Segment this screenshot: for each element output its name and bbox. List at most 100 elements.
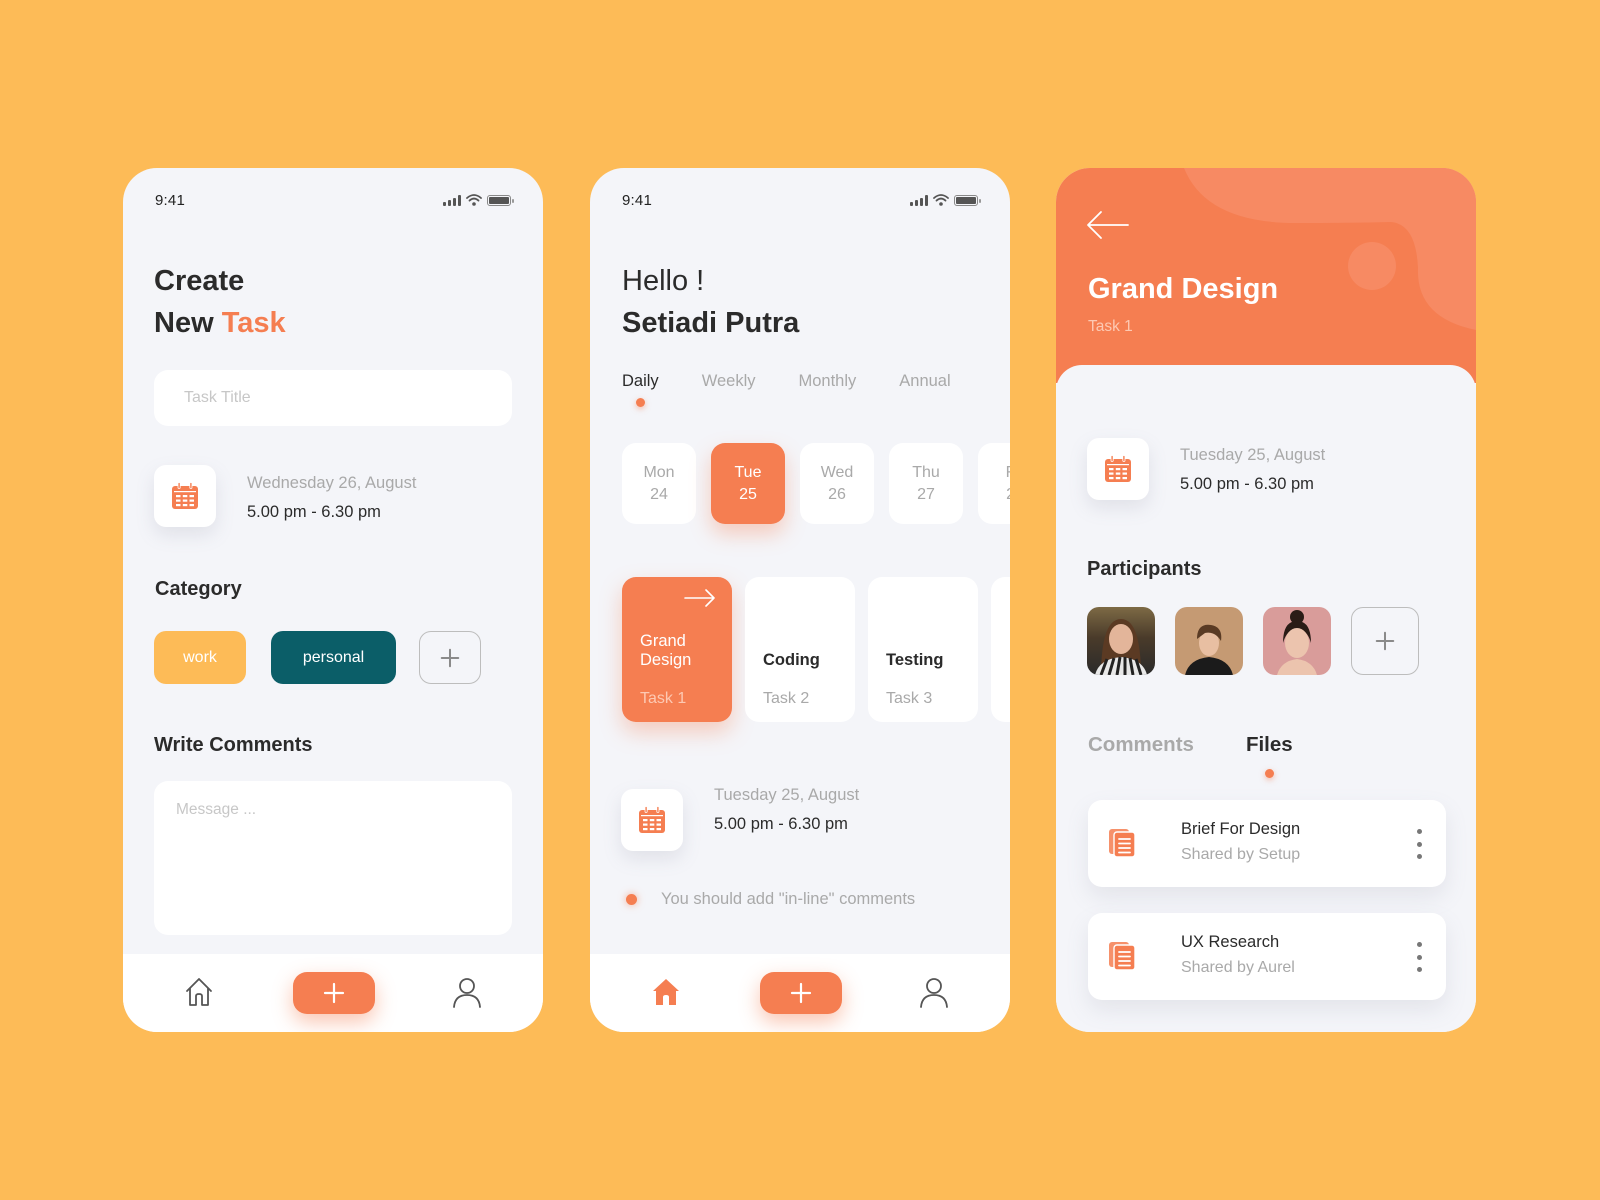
more-options-icon[interactable] xyxy=(1414,942,1424,972)
task-header: Grand Design Task 1 xyxy=(1056,168,1476,383)
calendar-icon xyxy=(637,805,667,835)
day-thu[interactable]: Thu 27 xyxy=(889,443,963,524)
user-icon xyxy=(918,976,950,1008)
battery-icon xyxy=(954,194,981,206)
period-tabs: Daily Weekly Monthly Annual xyxy=(622,372,994,407)
task-card-next[interactable] xyxy=(991,577,1010,722)
tab-daily[interactable]: Daily xyxy=(622,372,659,407)
tab-weekly[interactable]: Weekly xyxy=(702,372,756,391)
day-wed[interactable]: Wed 26 xyxy=(800,443,874,524)
category-chip-personal[interactable]: personal xyxy=(271,631,396,684)
arrow-left-icon xyxy=(1087,211,1129,239)
task-sub: Task 1 xyxy=(640,690,687,707)
status-time: 9:41 xyxy=(155,191,185,209)
task-title: Grand Design xyxy=(1088,273,1279,305)
hint-text: You should add "in-line" comments xyxy=(661,890,916,908)
participant-avatar-1[interactable] xyxy=(1087,607,1155,675)
task-subtitle: Task 1 xyxy=(1088,318,1133,335)
document-icon xyxy=(1108,940,1138,972)
bottom-nav xyxy=(123,954,543,1032)
date-picker-button[interactable] xyxy=(154,465,216,527)
nav-add-button[interactable] xyxy=(760,972,842,1014)
participant-avatar-2[interactable] xyxy=(1175,607,1243,675)
home-icon xyxy=(650,976,682,1008)
page-title: Create New Task xyxy=(154,265,286,339)
tab-annual[interactable]: Annual xyxy=(899,372,950,391)
tab-monthly[interactable]: Monthly xyxy=(798,372,856,391)
participant-avatar-3[interactable] xyxy=(1263,607,1331,675)
file-shared-by: Shared by Aurel xyxy=(1181,959,1295,976)
add-category-button[interactable] xyxy=(419,631,481,684)
date-time: 5.00 pm - 6.30 pm xyxy=(714,815,848,833)
comments-heading: Write Comments xyxy=(154,734,313,756)
calendar-icon xyxy=(170,481,200,511)
tab-comments[interactable]: Comments xyxy=(1088,733,1194,757)
task-sub: Task 3 xyxy=(886,690,933,707)
file-name: Brief For Design xyxy=(1181,820,1301,838)
calendar-icon xyxy=(1103,454,1133,484)
greeting-block: Hello ! Setiadi Putra xyxy=(622,260,799,344)
nav-profile-button[interactable] xyxy=(918,976,950,1013)
file-item[interactable]: Brief For Design Shared by Setup xyxy=(1088,800,1446,887)
nav-home-button[interactable] xyxy=(650,976,682,1013)
task-sub: Task 2 xyxy=(763,690,810,707)
file-item[interactable]: UX Research Shared by Aurel xyxy=(1088,913,1446,1000)
signal-icon xyxy=(910,194,928,206)
active-indicator xyxy=(1264,769,1274,778)
create-task-screen: 9:41 Create New Task Wednesday 26, Augus… xyxy=(123,168,543,1032)
task-card-coding[interactable]: Coding Task 2 xyxy=(745,577,855,722)
signal-icon xyxy=(443,194,461,206)
date-time: 5.00 pm - 6.30 pm xyxy=(1180,475,1314,493)
category-chip-work[interactable]: work xyxy=(154,631,246,684)
home-screen: 9:41 Hello ! Setiadi Putra Daily Weekly … xyxy=(590,168,1010,1032)
user-name: Setiadi Putra xyxy=(622,307,800,339)
wifi-icon xyxy=(933,194,949,206)
nav-add-button[interactable] xyxy=(293,972,375,1014)
status-bar: 9:41 xyxy=(622,190,981,210)
wifi-icon xyxy=(466,194,482,206)
date-picker-button[interactable] xyxy=(1087,438,1149,500)
date-info: Tuesday 25, August 5.00 pm - 6.30 pm xyxy=(714,786,859,834)
nav-profile-button[interactable] xyxy=(451,976,483,1013)
task-name: Testing xyxy=(886,651,944,669)
task-name: Grand Design xyxy=(640,632,692,669)
date-day: Tuesday 25, August xyxy=(1180,446,1326,464)
greeting: Hello ! xyxy=(622,265,705,297)
tab-files[interactable]: Files xyxy=(1246,733,1293,778)
day-mon[interactable]: Mon 24 xyxy=(622,443,696,524)
add-participant-button[interactable] xyxy=(1351,607,1419,675)
user-icon xyxy=(451,976,483,1008)
bottom-nav xyxy=(590,954,1010,1032)
task-cards: Grand Design Task 1 Coding Task 2 Testin… xyxy=(622,577,1010,722)
task-card-grand-design[interactable]: Grand Design Task 1 xyxy=(622,577,732,722)
nav-home-button[interactable] xyxy=(183,976,215,1013)
date-picker-button[interactable] xyxy=(621,789,683,851)
file-name: UX Research xyxy=(1181,933,1280,951)
battery-icon xyxy=(487,194,514,206)
day-selector: Mon24 Tue25 Wed26 Thu27 Fri28 xyxy=(622,443,1010,524)
date-day: Tuesday 25, August xyxy=(714,786,860,804)
task-title-input[interactable] xyxy=(154,370,512,426)
plus-icon xyxy=(789,981,813,1005)
date-day: Wednesday 26, August xyxy=(247,474,417,492)
more-options-icon[interactable] xyxy=(1414,829,1424,859)
plus-icon xyxy=(322,981,346,1005)
message-textarea[interactable] xyxy=(154,781,512,935)
plus-icon xyxy=(1374,630,1396,652)
status-bar: 9:41 xyxy=(155,190,514,210)
arrow-right-icon xyxy=(684,589,715,607)
task-card-testing[interactable]: Testing Task 3 xyxy=(868,577,978,722)
date-info: Tuesday 25, August 5.00 pm - 6.30 pm xyxy=(1180,446,1325,494)
document-icon xyxy=(1108,827,1138,859)
active-indicator xyxy=(635,398,645,407)
task-name: Coding xyxy=(763,651,820,669)
detail-tabs: Comments Files xyxy=(1088,733,1293,778)
plus-icon xyxy=(439,647,461,669)
task-detail-screen: Grand Design Task 1 Tuesday 25, August 5… xyxy=(1056,168,1476,1032)
day-fri[interactable]: Fri28 xyxy=(978,443,1010,524)
day-tue[interactable]: Tue 25 xyxy=(711,443,785,524)
back-button[interactable] xyxy=(1086,210,1130,245)
status-time: 9:41 xyxy=(622,191,652,209)
participants-heading: Participants xyxy=(1087,558,1202,580)
category-heading: Category xyxy=(155,578,242,600)
